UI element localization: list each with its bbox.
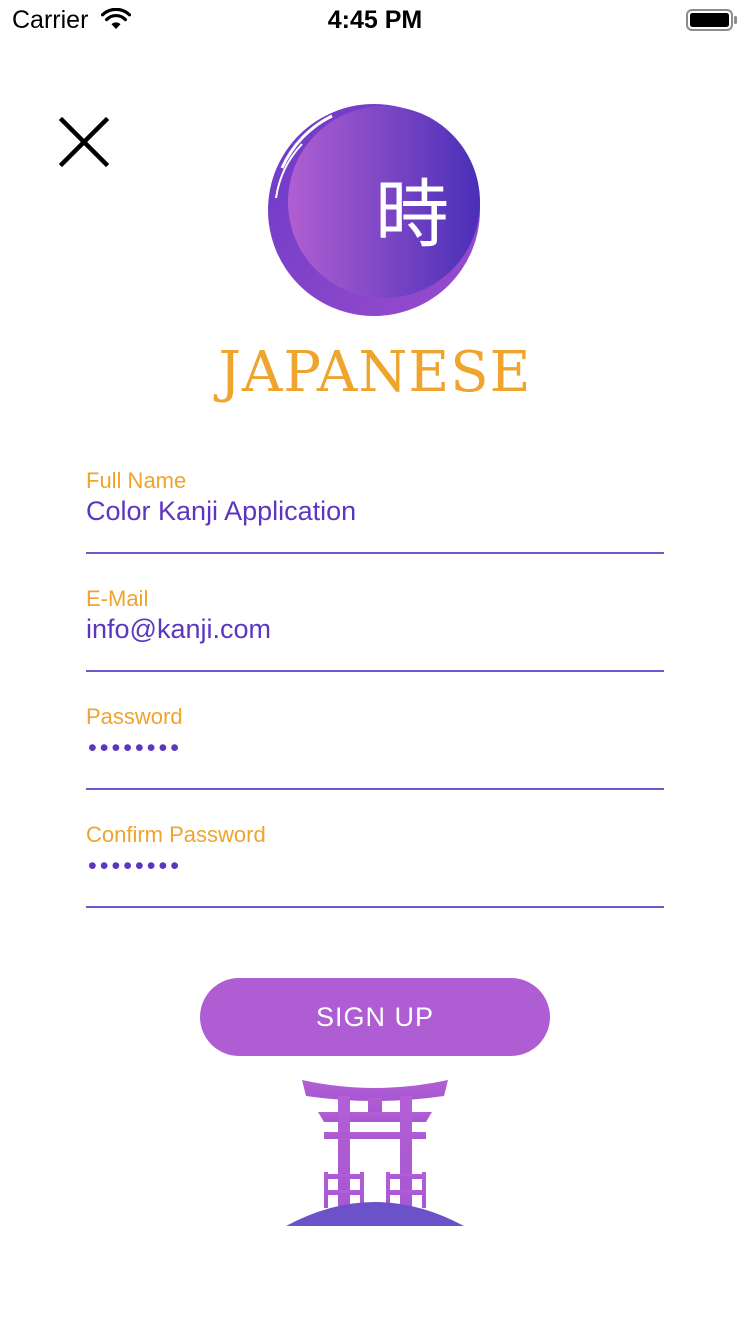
email-underline (86, 670, 664, 672)
full-name-field[interactable]: Full Name Color Kanji Application (86, 466, 664, 584)
close-button[interactable] (54, 112, 114, 172)
signup-button[interactable]: SIGN UP (200, 978, 550, 1056)
brand-title: JAPANESE (218, 340, 532, 405)
full-name-input[interactable]: Color Kanji Application (86, 496, 356, 527)
close-icon (58, 116, 110, 168)
logo-kanji: 時 (375, 172, 449, 258)
signup-form: Full Name Color Kanji Application E-Mail… (86, 466, 664, 938)
torii-gate-icon (286, 1080, 464, 1226)
clock-time: 4:45 PM (327, 6, 423, 34)
full-name-label: Full Name (86, 468, 187, 493)
kanji-logo: 時 (268, 104, 480, 316)
confirm-password-input[interactable]: •••••••• (88, 852, 182, 881)
email-input[interactable]: info@kanji.com (86, 614, 271, 645)
confirm-password-field[interactable]: Confirm Password •••••••• (86, 820, 664, 938)
password-underline (86, 788, 664, 790)
email-field[interactable]: E-Mail info@kanji.com (86, 584, 664, 702)
status-bar: Carrier 4:45 PM (0, 0, 750, 40)
password-input[interactable]: •••••••• (88, 734, 182, 763)
confirm-password-label: Confirm Password (86, 822, 266, 847)
battery-icon (686, 9, 737, 31)
password-field[interactable]: Password •••••••• (86, 702, 664, 820)
email-label: E-Mail (86, 586, 149, 611)
full-name-underline (86, 552, 664, 554)
password-label: Password (86, 704, 183, 729)
confirm-password-underline (86, 906, 664, 908)
